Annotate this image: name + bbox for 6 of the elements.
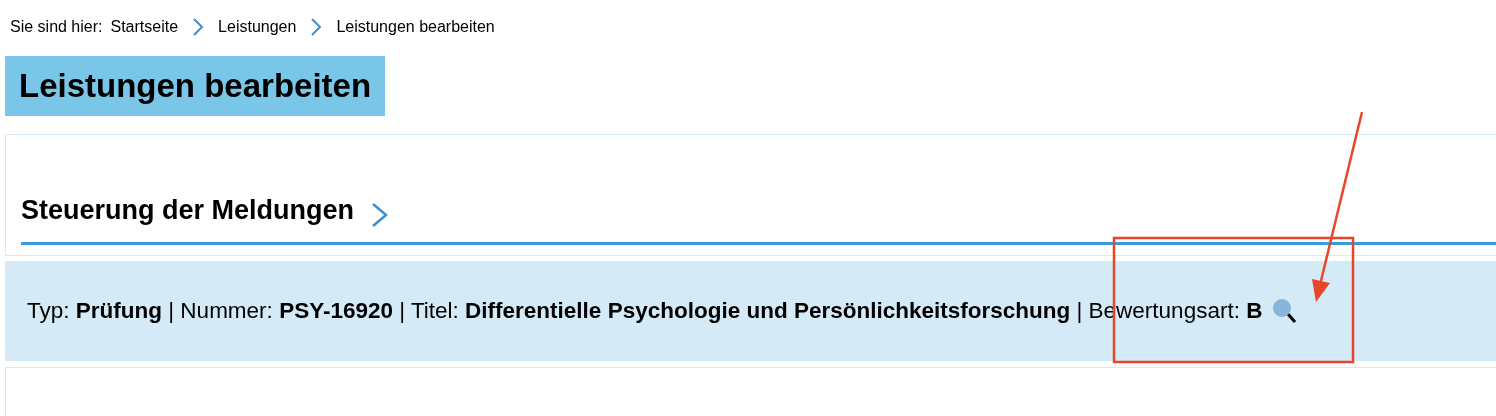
breadcrumb-link[interactable]: Leistungen [218,15,297,39]
page-title: Leistungen bearbeiten [5,56,386,116]
section-heading: Steuerung der Meldungen [21,193,355,227]
breadcrumb-link[interactable]: Startseite [110,15,179,39]
breadcrumb-current: Leistungen bearbeiten [336,17,495,37]
breadcrumb-label: Sie sind hier: [10,17,103,37]
